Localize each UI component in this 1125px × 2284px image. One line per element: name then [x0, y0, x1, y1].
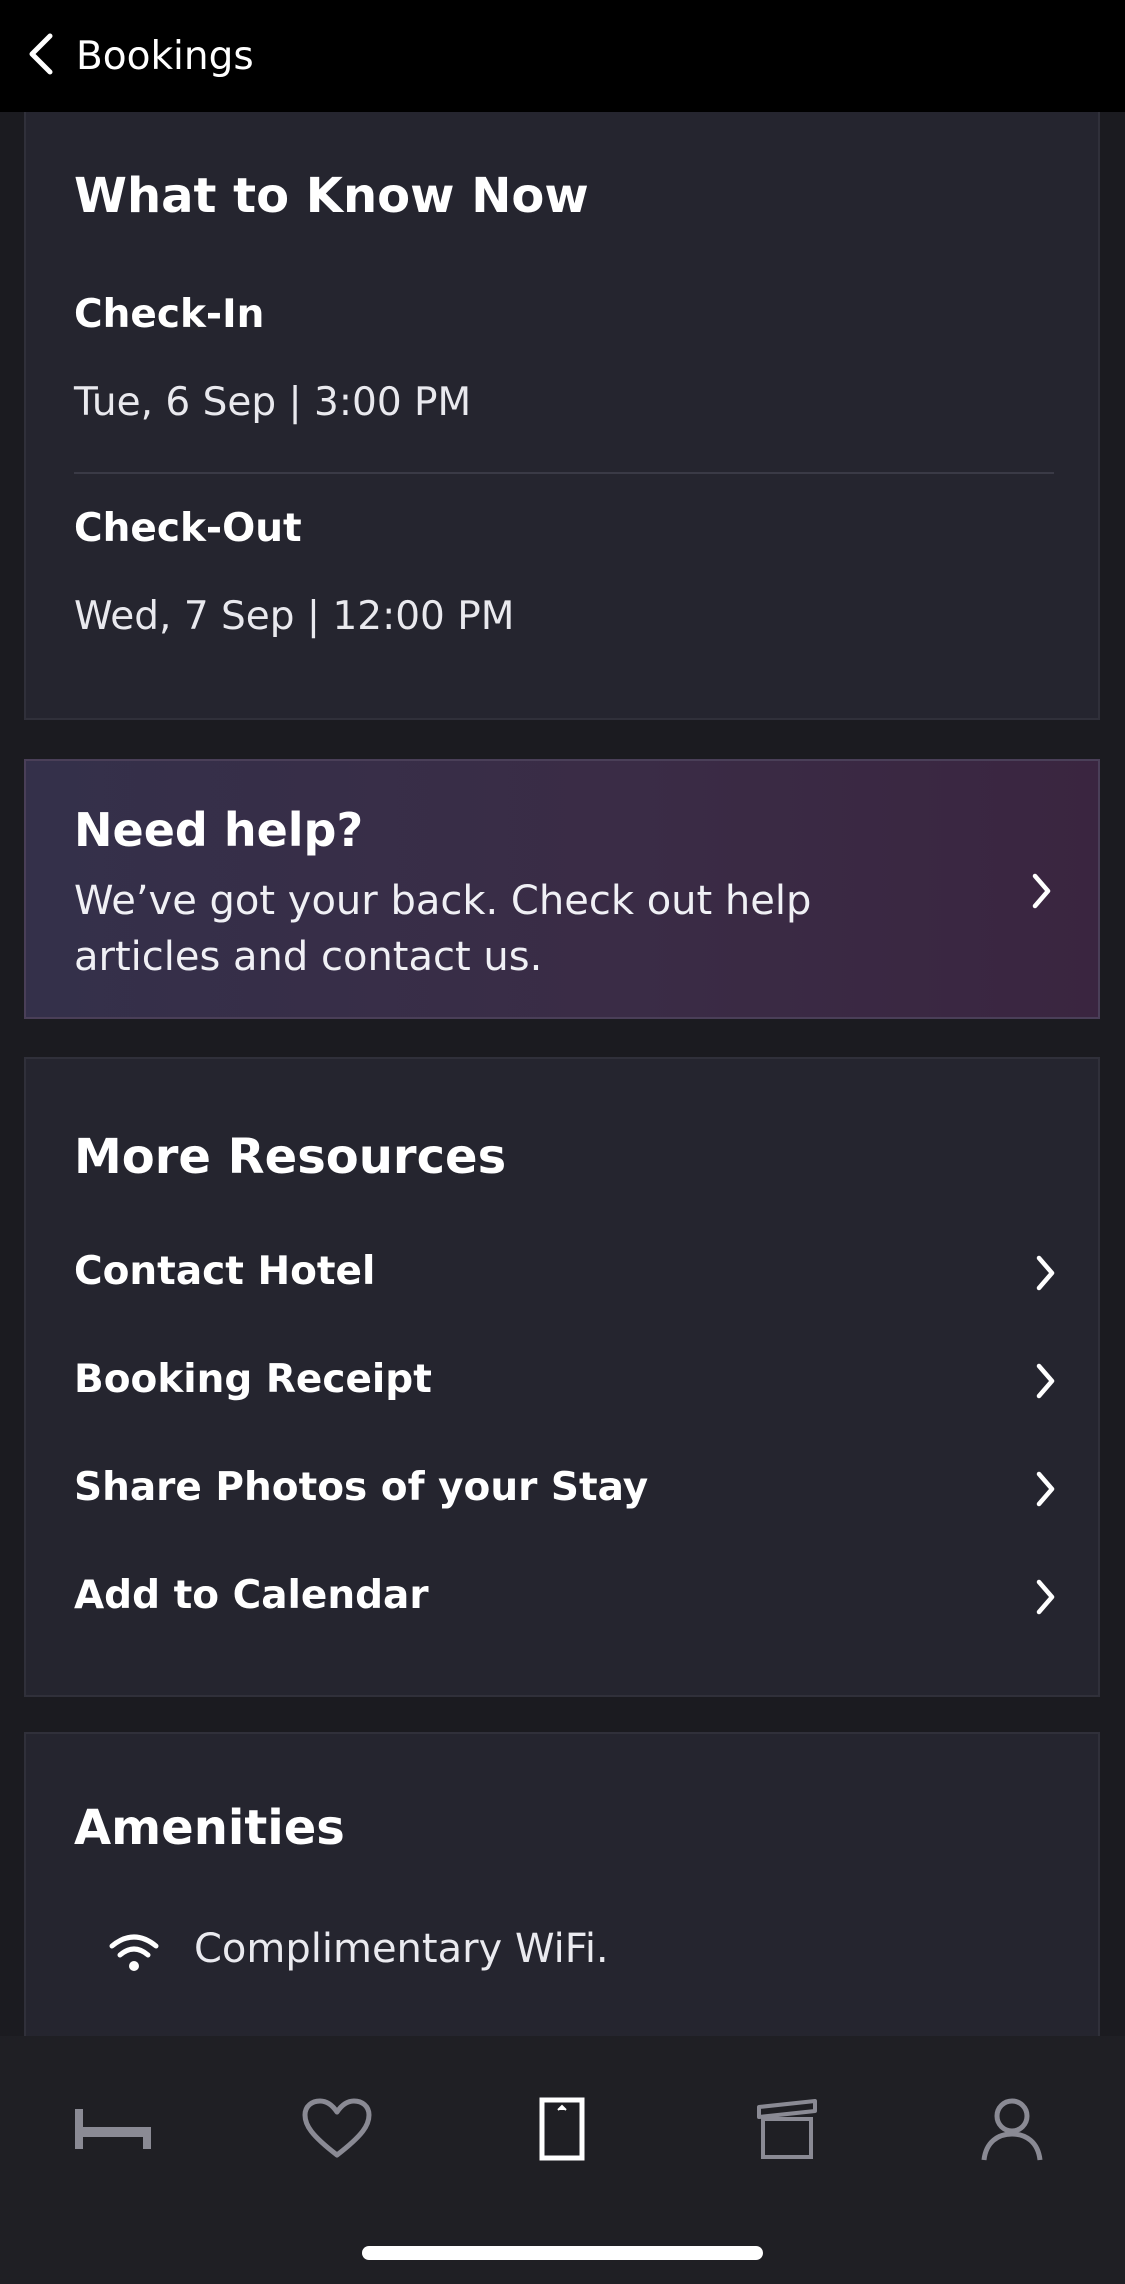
add-to-calendar-link[interactable]: Add to Calendar: [26, 1547, 1102, 1647]
booking-receipt-link[interactable]: Booking Receipt: [26, 1331, 1102, 1431]
more-resources-title: More Resources: [74, 1129, 507, 1185]
divider: [74, 472, 1054, 474]
chevron-left-icon: [24, 30, 58, 82]
chevron-right-icon: [1028, 871, 1054, 911]
tab-bookings[interactable]: [517, 2084, 607, 2174]
tab-favorites[interactable]: [292, 2084, 382, 2174]
heart-icon: [301, 2097, 373, 2161]
bed-icon: [71, 2107, 155, 2151]
more-resources-card: More Resources Contact Hotel Booking Rec…: [24, 1057, 1100, 1697]
top-nav-bar: Bookings: [0, 0, 1125, 112]
contact-hotel-link[interactable]: Contact Hotel: [26, 1223, 1102, 1323]
booking-receipt-label: Booking Receipt: [74, 1357, 432, 1402]
contact-hotel-label: Contact Hotel: [74, 1249, 376, 1294]
wifi-icon: [108, 1932, 160, 1974]
check-in-label: Check-In: [74, 292, 265, 337]
tab-rewards[interactable]: [742, 2084, 832, 2174]
what-to-know-title: What to Know Now: [74, 168, 589, 224]
share-photos-label: Share Photos of your Stay: [74, 1465, 649, 1510]
gift-icon: [755, 2097, 819, 2161]
back-button[interactable]: Bookings: [24, 16, 254, 96]
amenities-title: Amenities: [74, 1800, 345, 1856]
chevron-right-icon: [1032, 1577, 1058, 1617]
need-help-title: Need help?: [74, 803, 364, 857]
tab-stays[interactable]: [68, 2084, 158, 2174]
what-to-know-card: What to Know Now Check-In Tue, 6 Sep | 3…: [24, 112, 1100, 720]
back-label: Bookings: [76, 33, 254, 79]
amenity-wifi-label: Complimentary WiFi.: [194, 1926, 609, 1972]
home-indicator[interactable]: [362, 2246, 763, 2260]
check-out-value: Wed, 7 Sep | 12:00 PM: [74, 594, 515, 639]
check-out-label: Check-Out: [74, 506, 302, 551]
chevron-right-icon: [1032, 1253, 1058, 1293]
share-photos-link[interactable]: Share Photos of your Stay: [26, 1439, 1102, 1539]
tab-profile[interactable]: [967, 2084, 1057, 2174]
need-help-body: We’ve got your back. Check out help arti…: [74, 878, 812, 980]
booking-details-scroll[interactable]: What to Know Now Check-In Tue, 6 Sep | 3…: [0, 112, 1125, 2036]
add-to-calendar-label: Add to Calendar: [74, 1573, 429, 1618]
booking-card-icon: [538, 2096, 586, 2162]
amenities-card: Amenities Complimentary WiFi.: [24, 1732, 1100, 2036]
need-help-card[interactable]: Need help? We’ve got your back. Check ou…: [24, 759, 1100, 1019]
profile-icon: [980, 2096, 1044, 2162]
chevron-right-icon: [1032, 1469, 1058, 1509]
check-in-value: Tue, 6 Sep | 3:00 PM: [74, 380, 472, 425]
chevron-right-icon: [1032, 1361, 1058, 1401]
